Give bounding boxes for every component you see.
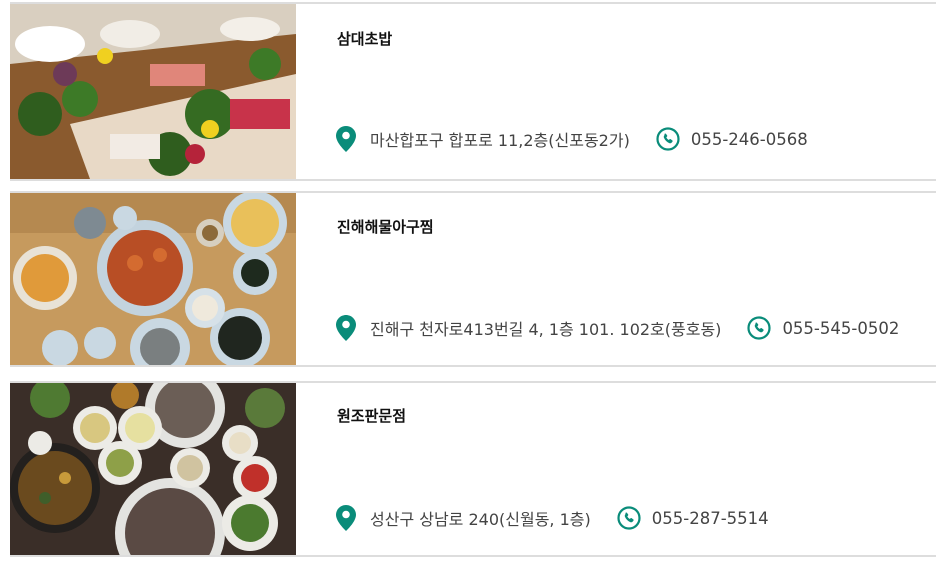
restaurant-info: 진해구 천자로413번길 4, 1층 101. 102호(풍호동) 055-54…: [336, 313, 899, 343]
phone-circle-icon[interactable]: [747, 316, 772, 340]
map-pin-icon: [336, 505, 356, 531]
restaurant-phone[interactable]: 055-246-0568: [691, 130, 808, 149]
restaurant-name[interactable]: 삼대초밥: [337, 28, 392, 49]
restaurant-card[interactable]: 삼대초밥 마산합포구 합포로 11,2층(신포동2가) 055-246-0568: [10, 2, 936, 181]
restaurant-photo[interactable]: [10, 193, 296, 365]
restaurant-card[interactable]: 진해해물아구찜 진해구 천자로413번길 4, 1층 101. 102호(풍호동…: [10, 191, 936, 367]
restaurant-phone[interactable]: 055-545-0502: [782, 319, 899, 338]
restaurant-card[interactable]: 원조판문점 성산구 상남로 240(신월동, 1층) 055-287-5514: [10, 381, 936, 557]
restaurant-info: 성산구 상남로 240(신월동, 1층) 055-287-5514: [336, 503, 769, 533]
restaurant-list: 삼대초밥 마산합포구 합포로 11,2층(신포동2가) 055-246-0568: [0, 0, 936, 566]
phone-circle-icon[interactable]: [656, 127, 680, 151]
restaurant-address: 성산구 상남로 240(신월동, 1층): [370, 510, 591, 529]
map-pin-icon: [336, 315, 356, 341]
restaurant-phone[interactable]: 055-287-5514: [652, 509, 769, 528]
restaurant-address: 마산합포구 합포로 11,2층(신포동2가): [370, 131, 630, 150]
sashimi-platter-photo: [10, 4, 296, 179]
phone-circle-icon[interactable]: [617, 506, 641, 530]
restaurant-name[interactable]: 진해해물아구찜: [337, 216, 434, 237]
restaurant-photo[interactable]: [10, 4, 296, 179]
restaurant-photo[interactable]: [10, 383, 296, 555]
korean-side-dishes-photo: [10, 383, 296, 555]
restaurant-info: 마산합포구 합포로 11,2층(신포동2가) 055-246-0568: [336, 124, 808, 154]
restaurant-name[interactable]: 원조판문점: [337, 405, 406, 426]
braised-monkfish-photo: [10, 193, 296, 365]
restaurant-address: 진해구 천자로413번길 4, 1층 101. 102호(풍호동): [370, 320, 722, 339]
map-pin-icon: [336, 126, 356, 152]
